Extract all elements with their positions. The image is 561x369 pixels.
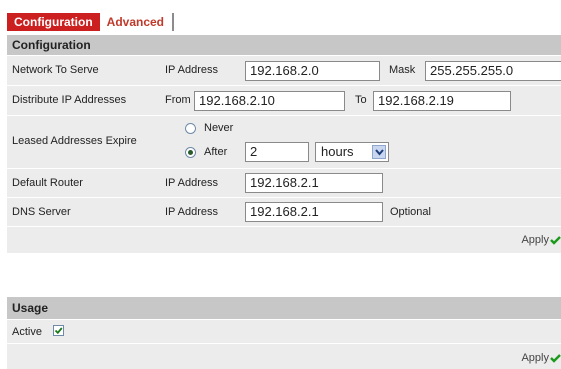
- config-apply-button[interactable]: Apply: [521, 234, 561, 246]
- lease-label: Leased Addresses Expire: [12, 135, 137, 147]
- tab-advanced[interactable]: Advanced: [99, 13, 175, 31]
- after-radio[interactable]: [185, 147, 196, 158]
- check-icon: [550, 235, 561, 245]
- checkmark-icon: [54, 327, 63, 335]
- configuration-panel: Configuration Network To Serve IP Addres…: [7, 35, 561, 253]
- configuration-header: Configuration: [7, 35, 561, 55]
- after-value-input[interactable]: 2: [245, 142, 309, 162]
- dns-ip-input[interactable]: 192.168.2.1: [245, 202, 383, 222]
- never-label: Never: [204, 122, 234, 134]
- router-ip-label: IP Address: [165, 177, 218, 189]
- to-label: To: [355, 94, 367, 106]
- distribute-label: Distribute IP Addresses: [12, 94, 127, 106]
- config-apply-row: Apply: [7, 226, 561, 253]
- dns-row: DNS Server IP Address 192.168.2.1 Option…: [7, 197, 561, 226]
- router-ip-input[interactable]: 192.168.2.1: [245, 173, 383, 193]
- usage-apply-button[interactable]: Apply: [521, 352, 561, 364]
- to-input[interactable]: 192.168.2.19: [373, 91, 511, 111]
- mask-input[interactable]: 255.255.255.0: [425, 61, 561, 81]
- lease-unit-value: hours: [321, 144, 354, 159]
- network-ip-label: IP Address: [165, 64, 218, 76]
- network-row: Network To Serve IP Address 192.168.2.0 …: [7, 55, 561, 85]
- distribute-row: Distribute IP Addresses From 192.168.2.1…: [7, 85, 561, 115]
- after-label: After: [204, 146, 228, 158]
- network-ip-input[interactable]: 192.168.2.0: [245, 61, 380, 81]
- from-input[interactable]: 192.168.2.10: [194, 91, 345, 111]
- active-row: Active: [7, 319, 561, 343]
- config-apply-label: Apply: [521, 234, 549, 246]
- usage-panel: Usage Active Apply: [7, 297, 561, 369]
- tab-bar: Configuration Advanced: [7, 13, 175, 31]
- router-label: Default Router: [12, 177, 83, 189]
- lease-row: Leased Addresses Expire Never After 2 ho…: [7, 115, 561, 168]
- usage-header: Usage: [7, 297, 561, 319]
- chevron-down-icon[interactable]: [372, 145, 386, 159]
- never-radio[interactable]: [185, 123, 196, 134]
- router-row: Default Router IP Address 192.168.2.1: [7, 168, 561, 197]
- lease-unit-select[interactable]: hours: [315, 142, 389, 162]
- from-label: From: [165, 94, 191, 106]
- mask-label: Mask: [389, 64, 416, 76]
- check-icon: [550, 353, 561, 363]
- dns-label: DNS Server: [12, 206, 71, 218]
- usage-apply-row: Apply: [7, 343, 561, 369]
- dns-ip-label: IP Address: [165, 206, 218, 218]
- active-label: Active: [12, 326, 42, 338]
- network-label: Network To Serve: [12, 64, 99, 76]
- usage-apply-label: Apply: [521, 352, 549, 364]
- dns-optional-note: Optional: [390, 206, 431, 218]
- tab-configuration[interactable]: Configuration: [7, 13, 100, 31]
- active-checkbox[interactable]: [53, 325, 64, 336]
